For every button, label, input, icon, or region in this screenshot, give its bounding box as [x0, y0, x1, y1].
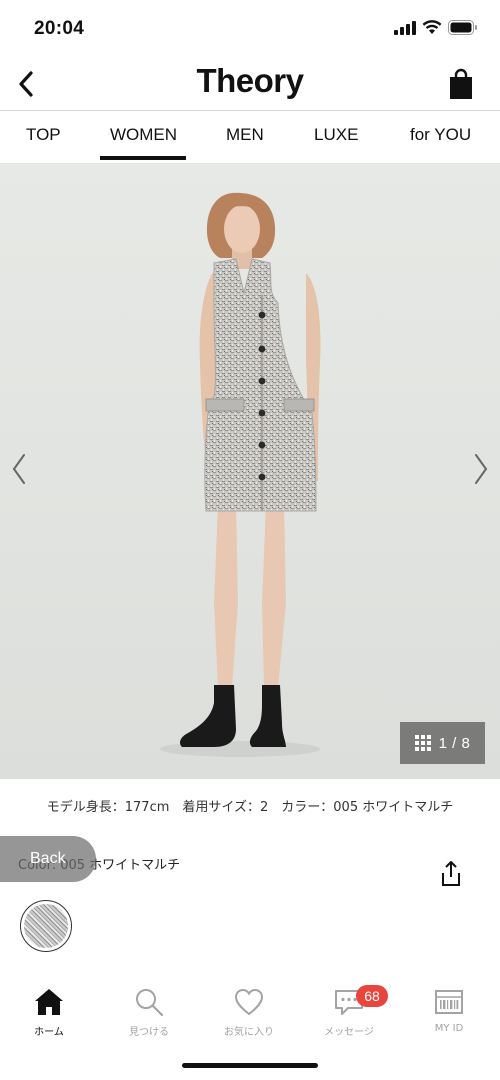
- tab-top[interactable]: TOP: [26, 125, 61, 145]
- share-button[interactable]: [438, 860, 464, 888]
- battery-icon: [448, 20, 477, 35]
- heart-icon: [234, 988, 264, 1016]
- tab-home[interactable]: ホーム: [9, 986, 89, 1038]
- signal-icon: [394, 20, 416, 35]
- shopping-bag-icon: [450, 68, 472, 99]
- shopping-bag-button[interactable]: [448, 68, 474, 100]
- status-time: 20:04: [34, 18, 85, 39]
- tab-women[interactable]: WOMEN: [110, 125, 177, 145]
- tab-luxe[interactable]: LUXE: [314, 125, 358, 145]
- grid-icon: [414, 735, 431, 751]
- tab-my-id[interactable]: MY ID: [409, 986, 489, 1034]
- tab-discover-label: 見つける: [129, 1027, 169, 1038]
- product-image: [160, 192, 321, 757]
- model-info: モデル身長：177cm 着用サイズ：2 カラー：005 ホワイトマルチ: [46, 800, 454, 815]
- home-indicator: [182, 1063, 318, 1068]
- home-icon: [35, 989, 63, 1015]
- color-swatch[interactable]: [20, 900, 72, 952]
- brand-logo[interactable]: Theory: [0, 62, 500, 100]
- image-counter: 1 / 8: [438, 734, 471, 752]
- wifi-icon: [422, 20, 442, 34]
- swatch-texture: [24, 904, 68, 948]
- bottom-tab-bar: ホーム 見つける お気に入り 68 メッセージ MY ID: [0, 980, 500, 1046]
- tab-favorites[interactable]: お気に入り: [209, 986, 289, 1038]
- status-bar: 20:04: [0, 0, 500, 58]
- previous-image-button[interactable]: [8, 451, 30, 487]
- tab-men[interactable]: MEN: [226, 125, 264, 145]
- tab-for-you[interactable]: for YOU: [410, 125, 471, 145]
- chevron-left-icon: [12, 454, 25, 484]
- search-icon: [136, 989, 164, 1017]
- tab-home-label: ホーム: [34, 1027, 64, 1038]
- color-row: Color: 005 ホワイトマルチ Back: [0, 836, 500, 886]
- active-tab-indicator: [100, 156, 186, 160]
- nav-header: Theory: [0, 58, 500, 110]
- status-icons: [394, 20, 478, 35]
- tab-favorites-label: お気に入り: [224, 1027, 274, 1038]
- tab-messages-label: メッセージ: [324, 1027, 374, 1038]
- chevron-right-icon: [475, 454, 488, 484]
- barcode-icon: [435, 990, 463, 1014]
- tab-discover[interactable]: 見つける: [109, 986, 189, 1038]
- image-counter-button[interactable]: 1 / 8: [400, 722, 485, 764]
- share-icon: [442, 861, 460, 886]
- tab-my-id-label: MY ID: [434, 1023, 464, 1034]
- messages-badge: 68: [356, 985, 388, 1007]
- category-tabs: TOP WOMEN MEN LUXE for YOU: [0, 111, 500, 163]
- back-pill-button[interactable]: Back: [0, 836, 96, 882]
- next-image-button[interactable]: [470, 451, 492, 487]
- product-image-gallery[interactable]: 1 / 8: [0, 163, 500, 779]
- tab-messages[interactable]: 68 メッセージ: [309, 985, 389, 1038]
